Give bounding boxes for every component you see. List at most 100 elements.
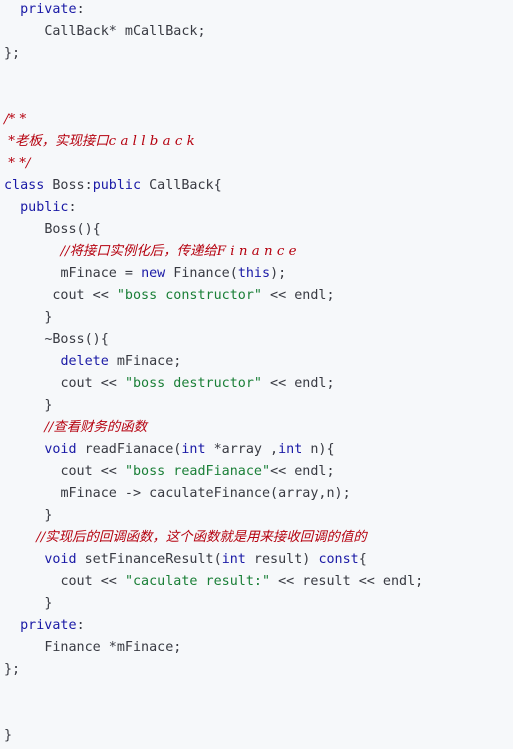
code-string: "boss constructor": [116, 288, 262, 303]
code-comment: //将接口实例化后，传递给F i n a n c e: [60, 244, 297, 259]
code-line: }: [4, 505, 52, 527]
code-keyword: private: [20, 618, 77, 633]
code-token: };: [4, 46, 21, 61]
code-token: *array ,: [205, 442, 279, 457]
code-line: //将接口实例化后，传递给F i n a n c e: [4, 241, 297, 263]
code-keyword: void: [44, 552, 77, 567]
code-token: Boss:: [44, 178, 93, 193]
code-line: //查看财务的函数: [4, 417, 147, 439]
code-token: {: [358, 552, 367, 567]
code-line: private:: [4, 615, 85, 637]
code-line: class Boss:public CallBack{: [4, 175, 222, 197]
code-token: << endl;: [270, 464, 335, 479]
code-token: Boss(){: [44, 222, 101, 237]
code-token: n){: [302, 442, 335, 457]
code-token: Finance(: [165, 266, 238, 281]
code-keyword: delete: [60, 354, 109, 369]
code-line: ~Boss(){: [4, 329, 109, 351]
code-line: Finance *mFinace;: [4, 637, 181, 659]
code-line: }: [4, 307, 52, 329]
code-token: result): [245, 552, 319, 567]
code-comment: *老板，实现接口c a l l b a c k: [4, 134, 195, 149]
code-token: );: [270, 266, 287, 281]
code-token: }: [44, 398, 53, 413]
code-token: :: [76, 618, 85, 633]
code-token: mFinace;: [108, 354, 182, 369]
code-token: :: [76, 2, 85, 17]
code-comment: //实现后的回调函数，这个函数就是用来接收回调的值的: [36, 530, 367, 545]
code-line: * */: [4, 153, 30, 175]
code-token: ~Boss(){: [44, 332, 109, 347]
code-token: Finance *mFinace;: [44, 640, 182, 655]
code-line: private:: [4, 0, 85, 21]
code-line: void readFianace(int *array ,int n){: [4, 439, 335, 461]
code-line: public:: [4, 197, 77, 219]
code-keyword: int: [221, 552, 246, 567]
code-token: }: [44, 310, 53, 325]
code-keyword: public: [20, 200, 69, 215]
code-keyword: private: [20, 2, 77, 17]
code-line: void setFinanceResult(int result) const{: [4, 549, 367, 571]
code-token: :: [68, 200, 77, 215]
code-line: }: [4, 593, 52, 615]
code-line: cout << "boss destructor" << endl;: [4, 373, 334, 395]
code-line: }: [4, 725, 12, 747]
code-token: }: [44, 508, 53, 523]
code-line: /* *: [4, 109, 26, 131]
code-line: delete mFinace;: [4, 351, 181, 373]
code-keyword: void: [44, 442, 77, 457]
code-string: "boss destructor": [124, 376, 262, 391]
code-line: CallBack* mCallBack;: [4, 21, 206, 43]
code-keyword: int: [181, 442, 206, 457]
code-token: };: [4, 662, 21, 677]
code-token: cout <<: [60, 464, 125, 479]
code-token: cout <<: [60, 376, 125, 391]
code-keyword: this: [237, 266, 271, 281]
code-token: << result << endl;: [270, 574, 424, 589]
code-string: "boss readFianace": [124, 464, 271, 479]
code-token: cout <<: [52, 288, 117, 303]
code-token: }: [4, 728, 13, 743]
code-line: Boss(){: [4, 219, 101, 241]
code-keyword: public: [92, 178, 142, 193]
code-token: mFinace -> caculateFinance(array,n);: [60, 486, 351, 501]
code-token: << endl;: [262, 288, 335, 303]
code-string: "caculate result:": [124, 574, 271, 589]
code-token: cout <<: [60, 574, 125, 589]
code-token: setFinanceResult(: [76, 552, 222, 567]
code-line: cout << "caculate result:" << result << …: [4, 571, 423, 593]
code-line: //实现后的回调函数，这个函数就是用来接收回调的值的: [4, 527, 367, 549]
code-token: CallBack* mCallBack;: [44, 24, 206, 39]
code-token: CallBack{: [141, 178, 222, 193]
code-line: cout << "boss constructor" << endl;: [4, 285, 335, 307]
code-keyword: new: [141, 266, 166, 281]
code-line: cout << "boss readFianace"<< endl;: [4, 461, 335, 483]
code-keyword: class: [4, 178, 45, 193]
code-keyword: int: [278, 442, 303, 457]
code-keyword: const: [318, 552, 359, 567]
code-token: readFianace(: [76, 442, 182, 457]
code-comment: //查看财务的函数: [44, 420, 148, 435]
code-token: mFinace =: [60, 266, 142, 281]
code-line: };: [4, 43, 20, 65]
code-comment: /* *: [4, 112, 27, 127]
code-line: };: [4, 659, 20, 681]
